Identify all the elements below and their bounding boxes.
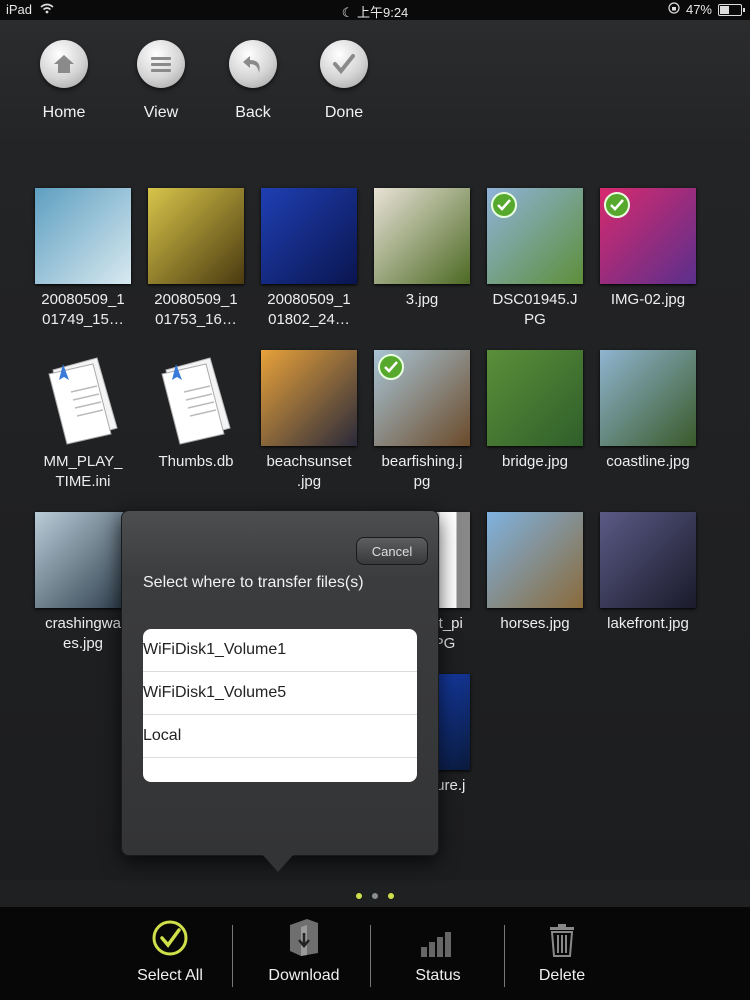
image-thumbnail	[374, 188, 470, 284]
status-time: 上午9:24	[356, 5, 409, 20]
file-name: IMG-02.jpg	[610, 291, 686, 308]
bottom-divider	[504, 925, 505, 987]
rotation-lock-icon	[668, 2, 680, 17]
download-label: Download	[268, 967, 340, 984]
file-name: lakefront.jpg	[607, 615, 689, 632]
status-label: Status	[415, 967, 461, 984]
bottom-divider	[370, 925, 371, 987]
toolbar: Home View Back Done	[0, 20, 750, 151]
back-label: Back	[235, 104, 271, 121]
destination-list: WiFiDisk1_Volume1 WiFiDisk1_Volume5 Loca…	[143, 629, 417, 782]
file-item[interactable]: coastline.jpg	[593, 350, 703, 472]
image-thumbnail	[487, 512, 583, 608]
file-item[interactable]: lakefront.jpg	[593, 512, 703, 634]
document-icon	[35, 350, 131, 446]
file-name: 3.jpg	[405, 291, 439, 308]
destination-item-local[interactable]: Local	[143, 715, 417, 758]
image-thumbnail	[261, 188, 357, 284]
file-item[interactable]: 20080509_1 01753_16…	[141, 188, 251, 330]
image-thumbnail	[35, 512, 131, 608]
file-item-document[interactable]: MM_PLAY_ TIME.ini	[28, 350, 138, 492]
image-thumbnail	[600, 188, 696, 284]
file-name: 20080509_1 01749_15…	[41, 291, 125, 328]
page-dot[interactable]	[356, 893, 362, 899]
destination-item-empty[interactable]	[143, 758, 417, 782]
done-button[interactable]: Done	[304, 40, 384, 122]
download-icon	[252, 907, 356, 957]
select-all-label: Select All	[137, 967, 203, 984]
image-thumbnail	[600, 512, 696, 608]
file-item[interactable]: 3.jpg	[367, 188, 477, 310]
destination-item-volume1[interactable]: WiFiDisk1_Volume1	[143, 629, 417, 672]
page-dot[interactable]	[388, 893, 394, 899]
home-button[interactable]: Home	[24, 40, 104, 122]
file-name: MM_PLAY_ TIME.ini	[43, 453, 123, 490]
battery-icon	[718, 3, 745, 16]
image-thumbnail	[35, 188, 131, 284]
image-thumbnail	[600, 350, 696, 446]
destination-item-volume5[interactable]: WiFiDisk1_Volume5	[143, 672, 417, 715]
page-indicator[interactable]	[0, 886, 750, 904]
list-icon	[137, 40, 185, 88]
bottom-bar: Select All Download Status Delete	[0, 907, 750, 1000]
moon-icon: ☾	[341, 5, 354, 20]
home-icon	[40, 40, 88, 88]
file-name: bearfishing.j pg	[381, 453, 463, 490]
file-item-document[interactable]: Thumbs.db	[141, 350, 251, 472]
delete-button[interactable]: Delete	[520, 907, 604, 1000]
home-label: Home	[42, 104, 86, 121]
status-bars-icon	[390, 907, 486, 957]
file-name: beachsunset .jpg	[266, 453, 352, 490]
cancel-button[interactable]: Cancel	[356, 537, 428, 565]
file-name: DSC01945.J PG	[492, 291, 578, 328]
image-thumbnail	[374, 350, 470, 446]
file-name: Thumbs.db	[158, 453, 234, 470]
delete-label: Delete	[538, 967, 586, 984]
back-arrow-icon	[229, 40, 277, 88]
file-name: coastline.jpg	[606, 453, 690, 470]
file-item[interactable]: 20080509_1 01802_24…	[254, 188, 364, 330]
file-name: 20080509_1 01753_16…	[154, 291, 238, 328]
back-button[interactable]: Back	[213, 40, 293, 122]
file-item[interactable]: bridge.jpg	[480, 350, 590, 472]
popover-title: Select where to transfer files(s)	[143, 574, 364, 591]
file-item[interactable]: beachsunset .jpg	[254, 350, 364, 492]
battery-percent: 47%	[685, 2, 712, 17]
file-name: horses.jpg	[500, 615, 570, 632]
file-name: bridge.jpg	[502, 453, 568, 470]
select-all-check-icon	[120, 907, 220, 957]
trash-icon	[520, 907, 604, 957]
select-all-button[interactable]: Select All	[120, 907, 220, 1000]
file-item[interactable]: IMG-02.jpg	[593, 188, 703, 310]
bottom-divider	[232, 925, 233, 987]
image-thumbnail	[487, 350, 583, 446]
image-thumbnail	[148, 188, 244, 284]
document-icon	[148, 350, 244, 446]
file-name: 20080509_1 01802_24…	[267, 291, 351, 328]
image-thumbnail	[261, 350, 357, 446]
page-dot[interactable]	[372, 893, 378, 899]
transfer-destination-popover: Cancel Select where to transfer files(s)…	[121, 510, 439, 856]
done-label: Done	[324, 104, 364, 121]
selected-check-icon	[491, 192, 517, 218]
checkmark-icon	[320, 40, 368, 88]
image-thumbnail	[487, 188, 583, 284]
popover-arrow	[262, 854, 294, 872]
view-button[interactable]: View	[121, 40, 201, 122]
file-item[interactable]: DSC01945.J PG	[480, 188, 590, 330]
selected-check-icon	[378, 354, 404, 380]
status-button[interactable]: Status	[390, 907, 486, 1000]
selected-check-icon	[604, 192, 630, 218]
status-bar: iPad ☾ 上午9:24 47%	[0, 0, 750, 20]
file-item[interactable]: horses.jpg	[480, 512, 590, 634]
file-item[interactable]: 20080509_1 01749_15…	[28, 188, 138, 330]
battery-fill	[720, 5, 729, 14]
file-item[interactable]: bearfishing.j pg	[367, 350, 477, 492]
view-label: View	[143, 104, 179, 121]
download-button[interactable]: Download	[252, 907, 356, 1000]
